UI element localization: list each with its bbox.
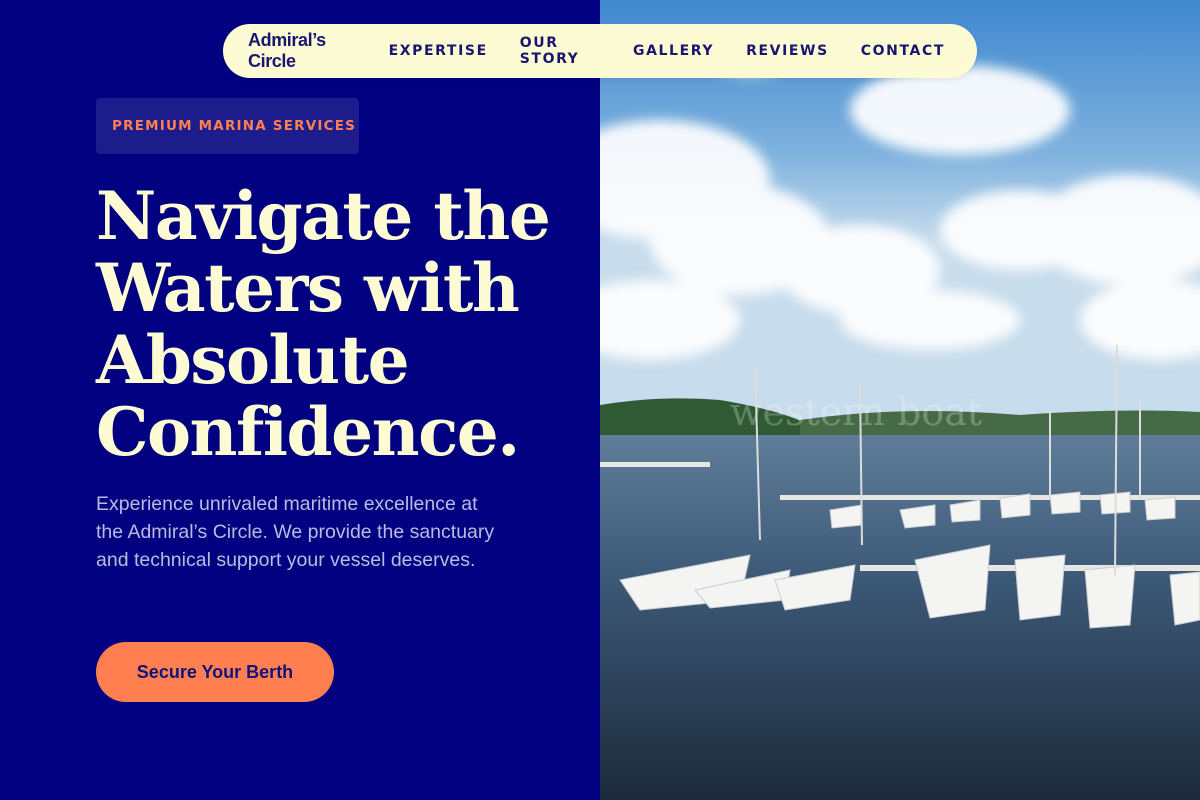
headline-line-3: Absolute [96, 321, 410, 399]
headline-line-4: Confidence. [96, 393, 520, 471]
top-navigation: Admiral’s Circle EXPERTISE OUR STORY GAL… [223, 24, 977, 78]
secure-berth-button[interactable]: Secure Your Berth [96, 642, 334, 702]
nav-link-contact[interactable]: CONTACT [861, 43, 945, 59]
hero-left-panel: PREMIUM MARINA SERVICES Navigate the Wat… [0, 0, 600, 800]
nav-link-reviews[interactable]: REVIEWS [746, 43, 829, 59]
marina-image: western boat [600, 0, 1200, 800]
watermark-text: western boat [730, 390, 982, 434]
nav-link-gallery[interactable]: GALLERY [633, 43, 714, 59]
marina-photo: western boat [600, 0, 1200, 800]
hero-headline: Navigate the Waters with Absolute Confid… [96, 180, 576, 468]
nav-link-expertise[interactable]: EXPERTISE [389, 43, 488, 59]
nav-link-our-story[interactable]: OUR STORY [520, 35, 601, 67]
hero-description: Experience unrivaled maritime excellence… [96, 493, 495, 571]
headline-line-2: Waters with [96, 249, 520, 327]
eyebrow-badge: PREMIUM MARINA SERVICES [96, 98, 359, 154]
headline-line-1: Navigate the [96, 177, 551, 255]
brand-logo[interactable]: Admiral’s Circle [248, 30, 349, 72]
